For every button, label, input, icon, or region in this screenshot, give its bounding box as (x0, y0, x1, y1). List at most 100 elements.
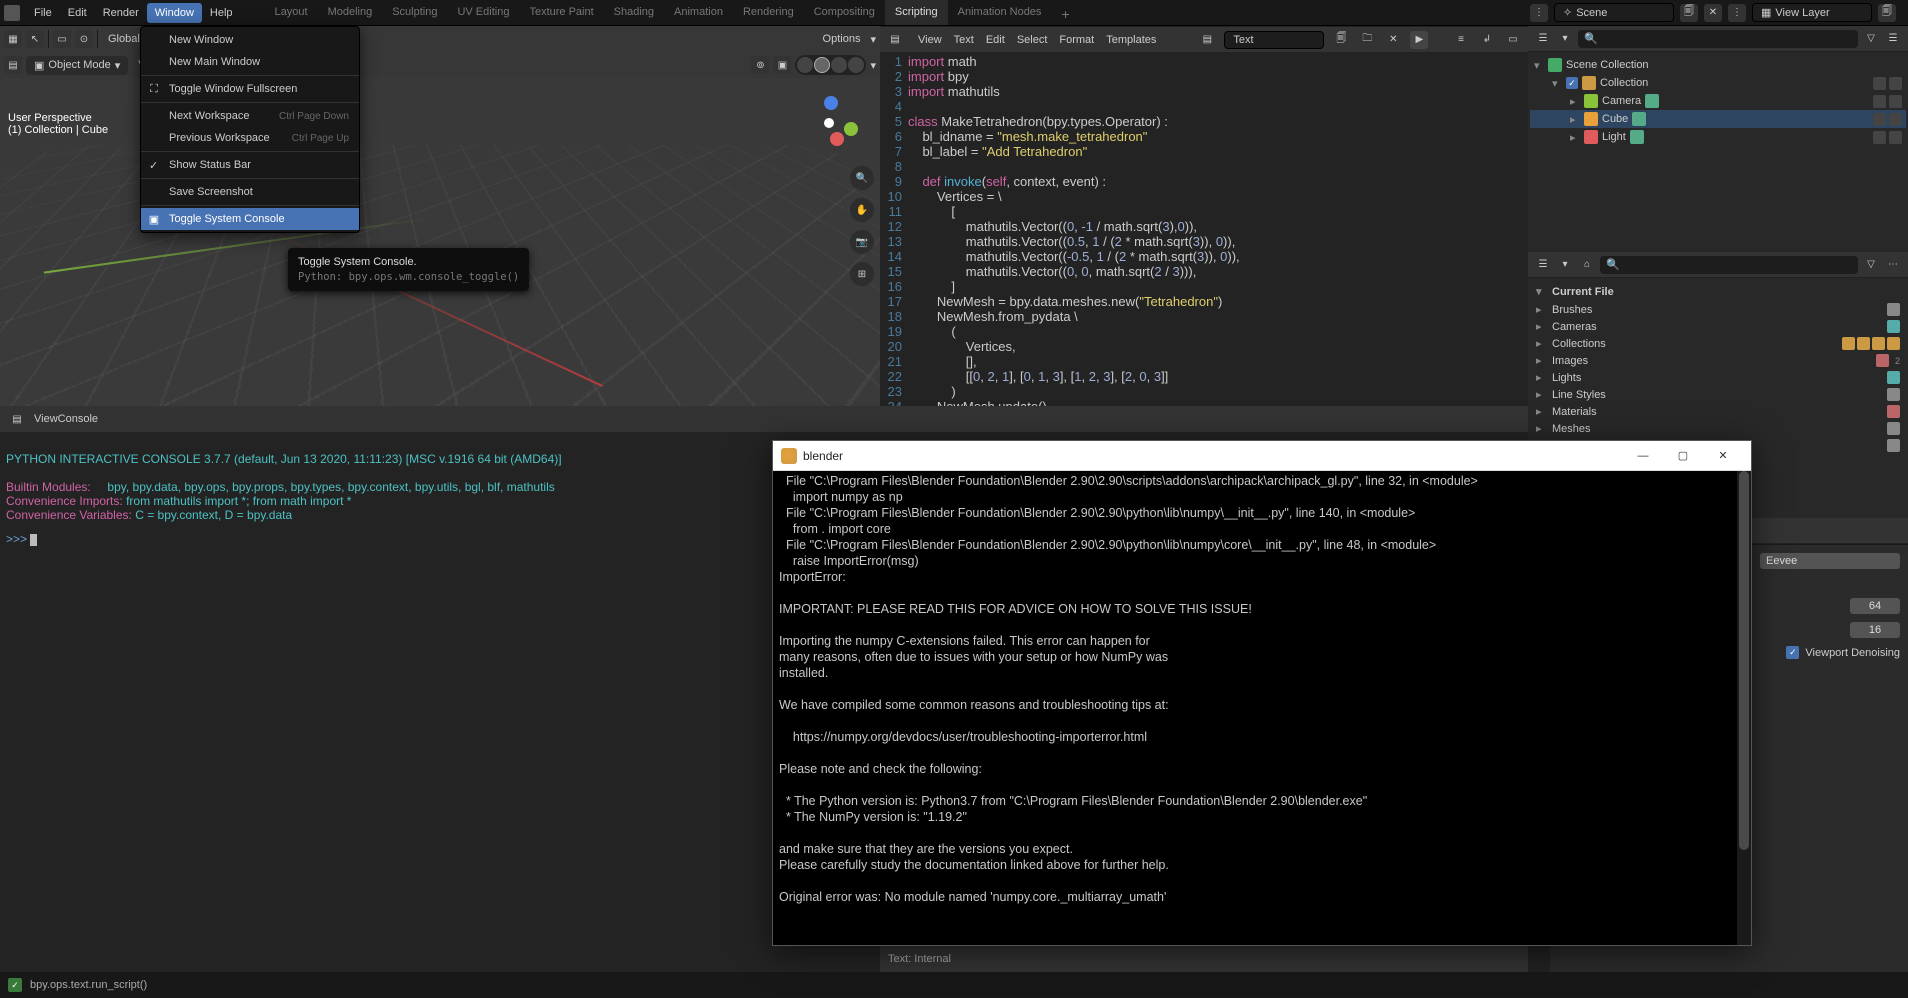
viewlayer-new-button[interactable]: 🗐 (1878, 4, 1896, 22)
texteditor-menu-edit[interactable]: Edit (980, 31, 1011, 49)
scene-name-field[interactable]: ✧Scene (1554, 3, 1674, 22)
console-titlebar[interactable]: blender — ▢ ✕ (773, 441, 1751, 471)
cursor-tool-icon[interactable]: ↖ (26, 30, 44, 48)
workspace-tab-shading[interactable]: Shading (604, 0, 664, 25)
console-menu-console[interactable]: Console (58, 413, 98, 425)
add-workspace-button[interactable]: + (1051, 0, 1079, 25)
gizmo-z-axis[interactable] (824, 96, 838, 110)
data-item-materials[interactable]: ▸Materials (1532, 403, 1904, 420)
editor-type-icon[interactable]: ☰ (1534, 256, 1552, 274)
editor-type-icon[interactable]: ☰ (1534, 30, 1552, 48)
overlay-toggle-icon[interactable]: ⊚ (751, 56, 769, 74)
syntax-highlight-icon[interactable]: ▭ (1504, 31, 1522, 49)
console-scrollbar[interactable] (1737, 471, 1751, 945)
perspective-toggle-icon[interactable]: ⊞ (850, 262, 874, 286)
select-icon[interactable]: ▭ (53, 30, 71, 48)
code-area[interactable]: 1234567891011121314151617181920212223242… (880, 52, 1528, 406)
workspace-tab-animation-nodes[interactable]: Animation Nodes (948, 0, 1052, 25)
blender-file-icon[interactable]: ⌂ (1578, 256, 1596, 274)
shading-mode-selector[interactable] (795, 55, 866, 75)
menu-edit[interactable]: Edit (60, 3, 95, 23)
gizmo-toggle-icon[interactable]: ⊙ (75, 30, 93, 48)
scene-new-button[interactable]: 🗐 (1680, 4, 1698, 22)
editor-type-menu-icon[interactable]: ▤ (4, 56, 22, 74)
workspace-tab-modeling[interactable]: Modeling (318, 0, 383, 25)
console-menu-view[interactable]: View (34, 413, 58, 425)
minimize-button[interactable]: — (1623, 442, 1663, 470)
options-dropdown[interactable]: Options (817, 30, 867, 48)
zoom-icon[interactable]: 🔍 (850, 166, 874, 190)
scene-delete-button[interactable]: ✕ (1704, 4, 1722, 22)
outliner[interactable]: ▾Scene Collection▾✓Collection▸Camera▸Cub… (1528, 52, 1908, 252)
workspace-tab-compositing[interactable]: Compositing (804, 0, 885, 25)
viewport-samples-field[interactable]: 16 (1850, 622, 1900, 638)
close-button[interactable]: ✕ (1703, 442, 1743, 470)
workspace-tab-layout[interactable]: Layout (265, 0, 318, 25)
workspace-tab-scripting[interactable]: Scripting (885, 0, 948, 25)
solid-shade-icon[interactable] (814, 57, 830, 73)
mode-selector[interactable]: ▣Object Mode ▾ (26, 56, 128, 75)
texteditor-menu-text[interactable]: Text (948, 31, 980, 49)
editor-type-icon[interactable]: ▤ (886, 31, 904, 49)
code-text[interactable]: import mathimport bpyimport mathutils cl… (908, 54, 1528, 406)
texteditor-menu-view[interactable]: View (912, 31, 948, 49)
menu-file[interactable]: File (26, 3, 60, 23)
gizmo-center[interactable] (824, 118, 834, 128)
texteditor-menu-format[interactable]: Format (1053, 31, 1100, 49)
scrollbar-thumb[interactable] (1739, 471, 1749, 850)
outliner-item-scene-collection[interactable]: ▾Scene Collection (1530, 56, 1906, 74)
xray-toggle-icon[interactable]: ▣ (773, 56, 791, 74)
text-close-icon[interactable]: ✕ (1384, 31, 1402, 49)
menu-item-show-status-bar[interactable]: Show Status Bar (141, 154, 359, 176)
data-item-meshes[interactable]: ▸Meshes (1532, 420, 1904, 437)
data-item-cameras[interactable]: ▸Cameras (1532, 318, 1904, 335)
outliner-search[interactable]: 🔍 (1578, 30, 1858, 48)
texteditor-menu-templates[interactable]: Templates (1100, 31, 1162, 49)
text-unlink-icon[interactable]: 🗀 (1358, 31, 1376, 49)
outliner-item-camera[interactable]: ▸Camera (1530, 92, 1906, 110)
workspace-tab-animation[interactable]: Animation (664, 0, 733, 25)
menu-render[interactable]: Render (95, 3, 147, 23)
line-numbers-toggle-icon[interactable]: ≡ (1452, 31, 1470, 49)
workspace-tab-uv-editing[interactable]: UV Editing (447, 0, 519, 25)
nav-gizmo[interactable] (802, 96, 860, 154)
outliner-item-cube[interactable]: ▸Cube (1530, 110, 1906, 128)
new-collection-icon[interactable]: ☰ (1884, 30, 1902, 48)
menu-item-next-workspace[interactable]: Next WorkspaceCtrl Page Down (141, 105, 359, 127)
data-item-brushes[interactable]: ▸Brushes (1532, 301, 1904, 318)
render-engine-field[interactable]: Eevee (1760, 553, 1900, 569)
menu-item-new-main-window[interactable]: New Main Window (141, 51, 359, 73)
workspace-tab-rendering[interactable]: Rendering (733, 0, 804, 25)
workspace-tab-texture-paint[interactable]: Texture Paint (519, 0, 603, 25)
text-new-icon[interactable]: 🗐 (1332, 31, 1350, 49)
run-script-button[interactable]: ▶ (1410, 31, 1428, 49)
current-file-header[interactable]: ▾Current File (1532, 282, 1904, 301)
wireframe-shade-icon[interactable] (797, 57, 813, 73)
options-icon[interactable]: ⋯ (1884, 256, 1902, 274)
maximize-button[interactable]: ▢ (1663, 442, 1703, 470)
text-name-field[interactable]: Text (1224, 31, 1324, 49)
rendered-shade-icon[interactable] (848, 57, 864, 73)
menu-window[interactable]: Window (147, 3, 202, 23)
gizmo-x-axis[interactable] (830, 132, 844, 146)
scene-browse-icon[interactable]: ⋮ (1530, 4, 1548, 22)
editor-type-icon[interactable]: ▤ (8, 410, 26, 428)
viewlayer-name-field[interactable]: ▦View Layer (1752, 3, 1872, 22)
text-browse-icon[interactable]: ▤ (1198, 31, 1216, 49)
data-item-images[interactable]: ▸Images2 (1532, 352, 1904, 369)
filter-icon[interactable]: ▽ (1862, 30, 1880, 48)
editor-type-icon[interactable]: ▦ (4, 30, 22, 48)
display-mode-icon[interactable]: ▾ (1556, 256, 1574, 274)
system-console-window[interactable]: blender — ▢ ✕ File "C:\Program Files\Ble… (772, 440, 1752, 946)
data-item-collections[interactable]: ▸Collections (1532, 335, 1904, 352)
viewport-denoising-checkbox[interactable]: ✓ (1786, 646, 1799, 659)
menu-item-new-window[interactable]: New Window (141, 29, 359, 51)
menu-help[interactable]: Help (202, 3, 241, 23)
menu-item-save-screenshot[interactable]: Save Screenshot (141, 181, 359, 203)
console-output[interactable]: File "C:\Program Files\Blender Foundatio… (773, 471, 1751, 945)
menu-item-toggle-window-fullscreen[interactable]: ⛶Toggle Window Fullscreen (141, 78, 359, 100)
viewlayer-browse-icon[interactable]: ⋮ (1728, 4, 1746, 22)
data-item-lights[interactable]: ▸Lights (1532, 369, 1904, 386)
workspace-tab-sculpting[interactable]: Sculpting (382, 0, 447, 25)
3d-viewport[interactable]: ▦ ↖ ▭ ⊙ Global ⊕ 𝌆 ○ Options ▾ ▤ ▣Object… (0, 26, 880, 406)
